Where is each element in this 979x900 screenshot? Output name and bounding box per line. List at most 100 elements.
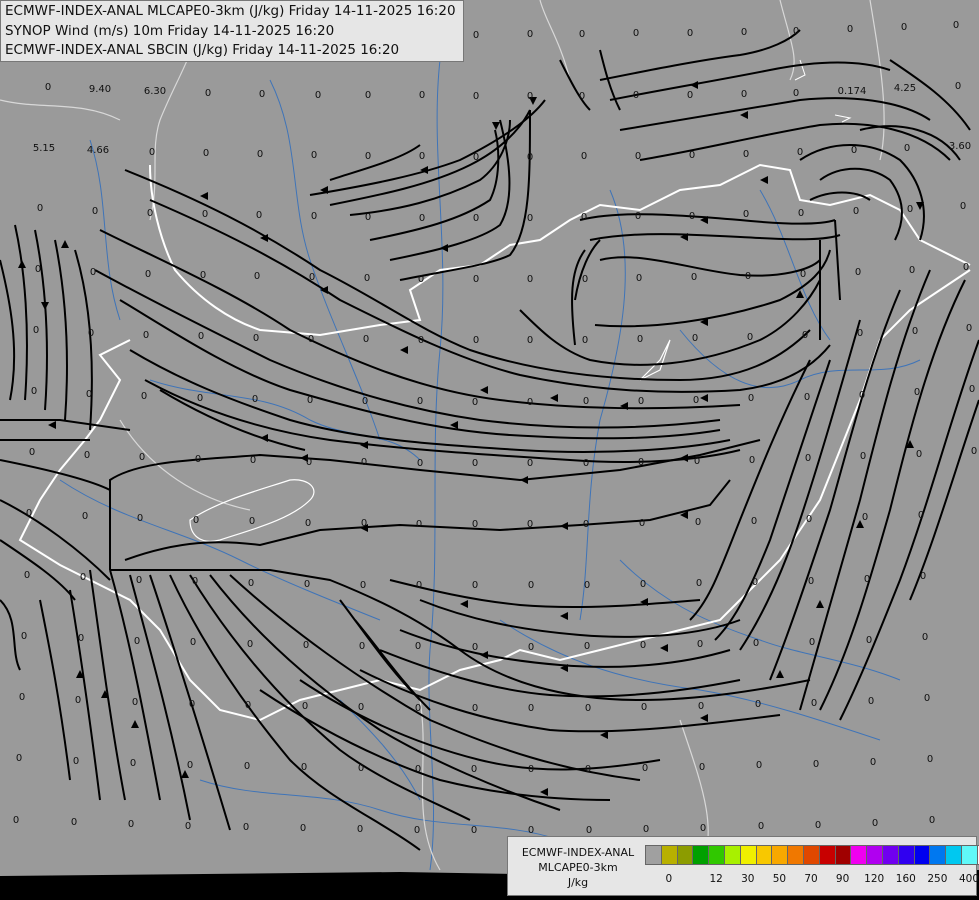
mlcape-value: 0 [862, 512, 868, 523]
mlcape-value: 4.66 [87, 145, 109, 156]
mlcape-value: 0 [924, 693, 930, 704]
mlcape-value: 0 [417, 458, 423, 469]
mlcape-value: 0 [86, 389, 92, 400]
mlcape-value: 0 [415, 641, 421, 652]
mlcape-value: 0 [472, 458, 478, 469]
mlcape-value: 0 [139, 452, 145, 463]
mlcape-value: 0 [73, 756, 79, 767]
mlcape-value: 0 [29, 447, 35, 458]
mlcape-value: 0 [583, 458, 589, 469]
mlcape-value: 0 [415, 703, 421, 714]
map-title-box: ECMWF-INDEX-ANAL MLCAPE0-3km (J/kg) Frid… [0, 0, 464, 62]
mlcape-value: 0 [472, 519, 478, 530]
mlcape-value: 0 [920, 571, 926, 582]
mlcape-value: 0 [244, 761, 250, 772]
legend-swatch [897, 845, 915, 865]
mlcape-value: 0 [929, 815, 935, 826]
legend-tick-label: 120 [864, 873, 885, 885]
mlcape-value: 0 [853, 206, 859, 217]
mlcape-value: 0 [257, 149, 263, 160]
legend-swatch [818, 845, 836, 865]
mlcape-value: 0 [473, 335, 479, 346]
legend-source: ECMWF-INDEX-ANAL [521, 846, 635, 859]
mlcape-value: 0 [635, 211, 641, 222]
mlcape-value: 0 [143, 330, 149, 341]
mlcape-value: 0 [259, 89, 265, 100]
mlcape-value: 0 [300, 823, 306, 834]
mlcape-value: 0 [699, 762, 705, 773]
mlcape-value: 0 [641, 702, 647, 713]
mlcape-value: 0 [691, 272, 697, 283]
mlcape-value: 0 [755, 699, 761, 710]
mlcape-value: 0 [860, 451, 866, 462]
legend-swatch [676, 845, 694, 865]
mlcape-value: 0 [966, 323, 972, 334]
mlcape-value: 0.174 [838, 86, 867, 97]
mlcape-value: 0 [805, 453, 811, 464]
mlcape-value: 0 [132, 697, 138, 708]
mlcape-value: 0 [245, 700, 251, 711]
mlcape-value: 0 [311, 211, 317, 222]
mlcape-value: 0 [419, 213, 425, 224]
mlcape-value: 0 [582, 274, 588, 285]
mlcape-value: 0 [847, 24, 853, 35]
mlcape-value: 0 [472, 580, 478, 591]
mlcape-value: 0 [637, 334, 643, 345]
mlcape-value: 0 [187, 760, 193, 771]
mlcape-value: 0 [418, 335, 424, 346]
mlcape-value: 0 [927, 754, 933, 765]
mlcape-value: 5.15 [33, 143, 55, 154]
mlcape-value: 9.40 [89, 84, 111, 95]
mlcape-value: 0 [527, 397, 533, 408]
mlcape-value: 0 [361, 457, 367, 468]
mlcape-value: 0 [192, 576, 198, 587]
title-line-sbcin: ECMWF-INDEX-ANAL SBCIN (J/kg) Friday 14-… [5, 42, 400, 58]
mlcape-value: 0 [24, 570, 30, 581]
legend-swatch [834, 845, 852, 865]
legend-tick-label: 30 [741, 873, 755, 885]
mlcape-value: 0 [811, 698, 817, 709]
mlcape-value: 0 [302, 701, 308, 712]
mlcape-value: 0 [527, 335, 533, 346]
mlcape-value: 0 [92, 206, 98, 217]
mlcape-value: 0 [303, 640, 309, 651]
mlcape-value: 0 [743, 149, 749, 160]
mlcape-value: 0 [202, 209, 208, 220]
mlcape-value: 0 [639, 518, 645, 529]
legend-tick-label: 0 [665, 873, 673, 885]
mlcape-value: 0 [363, 334, 369, 345]
legend-swatch [913, 845, 931, 865]
legend-swatch [771, 845, 789, 865]
mlcape-value: 0 [189, 699, 195, 710]
mlcape-value: 0 [855, 267, 861, 278]
map-canvas[interactable]: 0 9.40 6.30 0 0 0 0 0 0 0 0 0 0 0 0 0.174 4.25 0 0 0 0 0 0 0 0 0 0… [0, 0, 979, 900]
mlcape-value: 0 [16, 753, 22, 764]
legend-swatch [787, 845, 804, 865]
mlcape-value: 0 [527, 213, 533, 224]
mlcape-value: 0 [358, 763, 364, 774]
mlcape-value: 0 [581, 151, 587, 162]
mlcape-value: 0 [527, 519, 533, 530]
mlcape-value: 0 [579, 29, 585, 40]
mlcape-value: 0 [694, 456, 700, 467]
mlcape-value: 0 [471, 825, 477, 836]
mlcape-value: 0 [311, 150, 317, 161]
mlcape-value: 6.30 [144, 86, 166, 97]
legend-swatch [645, 845, 662, 865]
mlcape-value: 0 [864, 574, 870, 585]
mlcape-value: 0 [955, 81, 961, 92]
mlcape-value: 0 [13, 815, 19, 826]
mlcape-value: 0 [528, 825, 534, 836]
mlcape-value: 0 [741, 27, 747, 38]
mlcape-value: 0 [687, 28, 693, 39]
mlcape-value: 0 [904, 143, 910, 154]
mlcape-value: 0 [364, 273, 370, 284]
mlcape-value: 0 [583, 396, 589, 407]
legend-unit: J/kg [567, 876, 589, 889]
legend-tick-label: 90 [835, 873, 850, 885]
mlcape-value: 0 [960, 201, 966, 212]
mlcape-value: 0 [26, 508, 32, 519]
mlcape-value: 0 [200, 270, 206, 281]
legend-swatch [692, 845, 710, 865]
mlcape-value: 0 [473, 274, 479, 285]
